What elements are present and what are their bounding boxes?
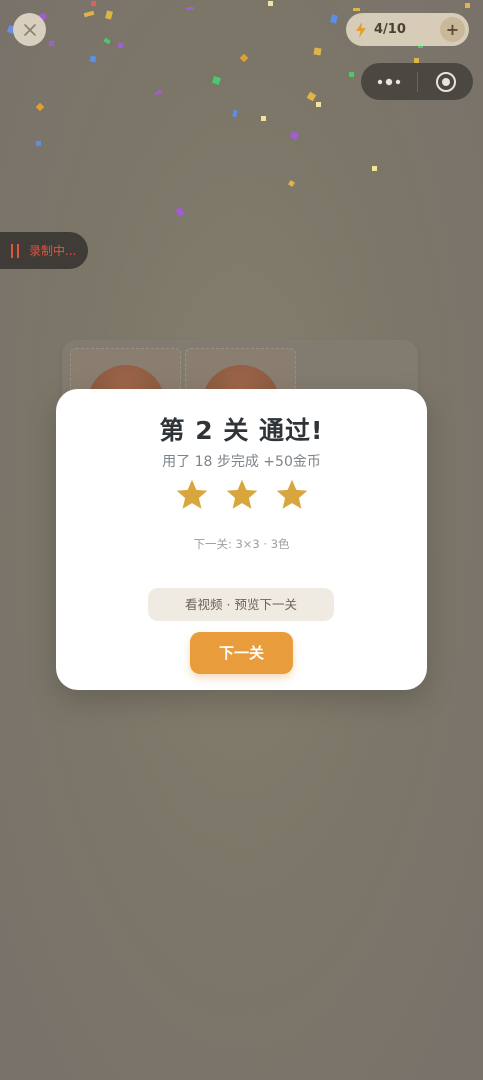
plus-icon: + — [445, 20, 460, 39]
dialog-title: 第 2 关 通过! — [159, 416, 324, 445]
energy-count: 4/10 — [374, 22, 406, 37]
close-icon — [23, 23, 36, 36]
more-button[interactable] — [361, 63, 417, 100]
recording-label: 录制中... — [29, 244, 77, 258]
dialog-subtitle: 用了 18 步完成 +50金币 — [162, 454, 321, 470]
add-energy-button[interactable]: + — [440, 17, 465, 42]
target-icon — [435, 71, 456, 92]
recording-indicator[interactable]: 录制中... — [0, 232, 88, 269]
exit-button[interactable] — [418, 63, 473, 100]
bolt-icon — [356, 21, 366, 38]
mini-program-capsule — [361, 63, 473, 100]
star-icon — [276, 479, 307, 509]
star-icon — [226, 479, 257, 509]
star-icon — [176, 479, 207, 509]
close-button[interactable] — [13, 13, 46, 46]
next-level-info: 下一关: 3×3 · 3色 — [193, 537, 290, 551]
pause-bars-icon — [10, 243, 20, 258]
level-complete-dialog: 第 2 关 通过! 用了 18 步完成 +50金币 下一关: 3×3 · 3色 … — [56, 389, 427, 690]
next-level-button[interactable]: 下一关 — [190, 632, 293, 674]
more-dots-icon — [377, 78, 401, 85]
energy-counter: 4/10 + — [346, 13, 469, 46]
watch-video-preview-button[interactable]: 看视频 · 预览下一关 — [148, 588, 334, 621]
star-rating — [56, 477, 427, 517]
